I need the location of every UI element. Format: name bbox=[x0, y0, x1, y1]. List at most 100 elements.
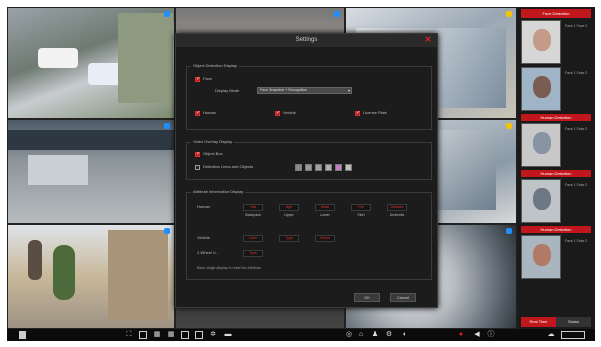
detection-lines-checkbox[interactable] bbox=[195, 165, 200, 170]
camera-status-icon bbox=[506, 123, 512, 129]
camera-status-icon bbox=[506, 228, 512, 234]
dialog-title: Settings bbox=[295, 37, 318, 43]
more-icon[interactable]: ✲ bbox=[209, 331, 217, 339]
attr-human-label: Human bbox=[197, 204, 210, 209]
snapshot-item[interactable]: Face 1 Face 2 bbox=[521, 20, 591, 64]
close-icon[interactable]: ✕ bbox=[424, 36, 432, 44]
nvr-live-view: Face Detection Face 1 Face 2 Face 1 Face… bbox=[7, 7, 595, 341]
snapshot-thumbnail bbox=[521, 20, 561, 64]
color-swatches bbox=[295, 164, 375, 172]
video-overlay-section: Video Overlay Display Object Box Detecti… bbox=[186, 139, 432, 180]
attr-human-age[interactable]: Age bbox=[279, 204, 299, 211]
info-icon[interactable]: ⓘ bbox=[487, 331, 495, 339]
notification-icon[interactable]: ◀ bbox=[473, 331, 481, 339]
layout-1-icon[interactable]: ⛶ bbox=[125, 331, 133, 339]
color-swatch[interactable] bbox=[345, 164, 352, 171]
alarm-icon[interactable]: ⌂ bbox=[357, 331, 365, 339]
camera-status-icon bbox=[164, 228, 170, 234]
record-icon[interactable]: ● bbox=[457, 331, 465, 339]
license-plate-checkbox[interactable] bbox=[355, 110, 360, 116]
layout-custom-icon[interactable] bbox=[181, 331, 189, 339]
snapshot-thumbnail bbox=[521, 179, 561, 223]
face-label: Face bbox=[203, 76, 212, 81]
settings-dialog: Settings ✕ Object Detection Display Face… bbox=[175, 33, 438, 308]
snapshot-item[interactable]: Face 1 Face 2 bbox=[521, 123, 591, 167]
attribute-section: Attribute Information Display Human Hat … bbox=[186, 189, 432, 280]
playback-icon[interactable]: ▬ bbox=[223, 331, 233, 339]
display-mode-select[interactable]: Face Snapshot + Recognition ▾ bbox=[257, 87, 352, 94]
layout-4-icon[interactable] bbox=[139, 331, 147, 339]
camera-status-icon bbox=[506, 11, 512, 17]
camera-tile-4[interactable] bbox=[7, 119, 175, 224]
cancel-button[interactable]: Cancel bbox=[390, 293, 416, 302]
side-panel-subheader: Human Detection bbox=[521, 226, 591, 233]
side-panel-tabs: Real Time Status bbox=[521, 317, 591, 327]
camera-tile-7[interactable] bbox=[7, 224, 175, 329]
color-swatch[interactable] bbox=[335, 164, 342, 171]
color-swatch[interactable] bbox=[315, 164, 322, 171]
attr-human-glasses[interactable]: Glasses bbox=[387, 204, 407, 211]
start-icon[interactable] bbox=[19, 331, 26, 339]
object-box-checkbox[interactable] bbox=[195, 151, 200, 157]
attr-human-mask[interactable]: Mask bbox=[315, 204, 335, 211]
attr-human-lower[interactable]: Lower bbox=[313, 213, 337, 218]
detection-lines-label: Detection Lines and Objects bbox=[203, 164, 254, 169]
clock-display bbox=[561, 331, 585, 339]
human-label: Human bbox=[203, 110, 216, 115]
sequence-icon[interactable] bbox=[195, 331, 203, 339]
dialog-titlebar: Settings ✕ bbox=[176, 34, 437, 47]
camera-tile-1[interactable] bbox=[7, 7, 175, 119]
vehicle-label: Vehicle bbox=[283, 110, 296, 115]
layout-16-icon[interactable]: ▦ bbox=[167, 331, 175, 339]
attr-human-skirt[interactable]: Skirt bbox=[349, 213, 373, 218]
attr-human-umbrella[interactable]: Umbrella bbox=[385, 213, 409, 218]
ok-button[interactable]: OK bbox=[354, 293, 380, 302]
object-box-label: Object Box bbox=[203, 151, 223, 156]
person-icon[interactable]: ♟ bbox=[371, 331, 379, 339]
camera-status-icon bbox=[164, 123, 170, 129]
attr-human-backpack[interactable]: Backpack bbox=[241, 213, 265, 218]
section-title: Object Detection Display bbox=[191, 63, 239, 68]
section-title: Attribute Information Display bbox=[191, 189, 246, 194]
taskbar: ⛶ ▦ ▦ ✲ ▬ ◎ ⌂ ♟ ⚙ ◐ ● ◀ ⓘ ☁ bbox=[7, 329, 595, 341]
camera-status-icon bbox=[334, 11, 340, 17]
face-checkbox[interactable] bbox=[195, 76, 200, 82]
layout-9-icon[interactable]: ▦ bbox=[153, 331, 161, 339]
snapshot-item[interactable]: Face 1 Face 2 bbox=[521, 179, 591, 223]
color-swatch[interactable] bbox=[325, 164, 332, 171]
tab-real-time[interactable]: Real Time bbox=[521, 317, 556, 327]
object-detection-section: Object Detection Display Face Display Mo… bbox=[186, 63, 432, 130]
snapshot-item[interactable]: Face 1 Face 2 bbox=[521, 235, 591, 279]
color-swatch[interactable] bbox=[305, 164, 312, 171]
snapshot-thumbnail bbox=[521, 235, 561, 279]
attr-vehicle-type[interactable]: Type bbox=[279, 235, 299, 242]
attr-human-upper[interactable]: Upper bbox=[277, 213, 301, 218]
human-checkbox[interactable] bbox=[195, 110, 200, 116]
attr-vehicle-brand[interactable]: Brand bbox=[315, 235, 335, 242]
side-panel-subheader: Human Detection bbox=[521, 170, 591, 177]
ptz-icon[interactable]: ◎ bbox=[345, 331, 353, 339]
tab-status[interactable]: Status bbox=[556, 317, 591, 327]
vehicle-checkbox[interactable] bbox=[275, 110, 280, 116]
attribute-note: Back single display to reset the Attribu… bbox=[197, 266, 262, 270]
attr-vehicle-color[interactable]: Color bbox=[243, 235, 263, 242]
network-icon[interactable]: ⚙ bbox=[385, 331, 393, 339]
snapshot-info: Face 1 Face 2 bbox=[565, 183, 588, 187]
license-plate-label: License Plate bbox=[363, 110, 388, 115]
chevron-down-icon: ▾ bbox=[347, 88, 350, 93]
display-mode-label: Display Mode bbox=[215, 88, 240, 93]
snapshot-info: Face 1 Face 2 bbox=[565, 24, 588, 28]
side-panel-header: Face Detection bbox=[521, 9, 591, 18]
attr-two-wheel-label: 2-Wheel V... bbox=[197, 250, 219, 255]
cloud-icon[interactable]: ☁ bbox=[547, 331, 555, 339]
attr-two-wheel-type[interactable]: Type bbox=[243, 250, 263, 257]
attr-vehicle-label: Vehicle bbox=[197, 235, 210, 240]
snapshot-info: Face 1 Face 2 bbox=[565, 71, 588, 75]
system-icon[interactable]: ◐ bbox=[401, 331, 409, 339]
display-mode-value: Face Snapshot + Recognition bbox=[260, 88, 308, 92]
attr-human-hat[interactable]: Hat bbox=[243, 204, 263, 211]
color-swatch[interactable] bbox=[295, 164, 302, 171]
attr-human-pet[interactable]: Pet bbox=[351, 204, 371, 211]
snapshot-item[interactable]: Face 1 Face 2 bbox=[521, 67, 591, 111]
camera-status-icon bbox=[164, 11, 170, 17]
